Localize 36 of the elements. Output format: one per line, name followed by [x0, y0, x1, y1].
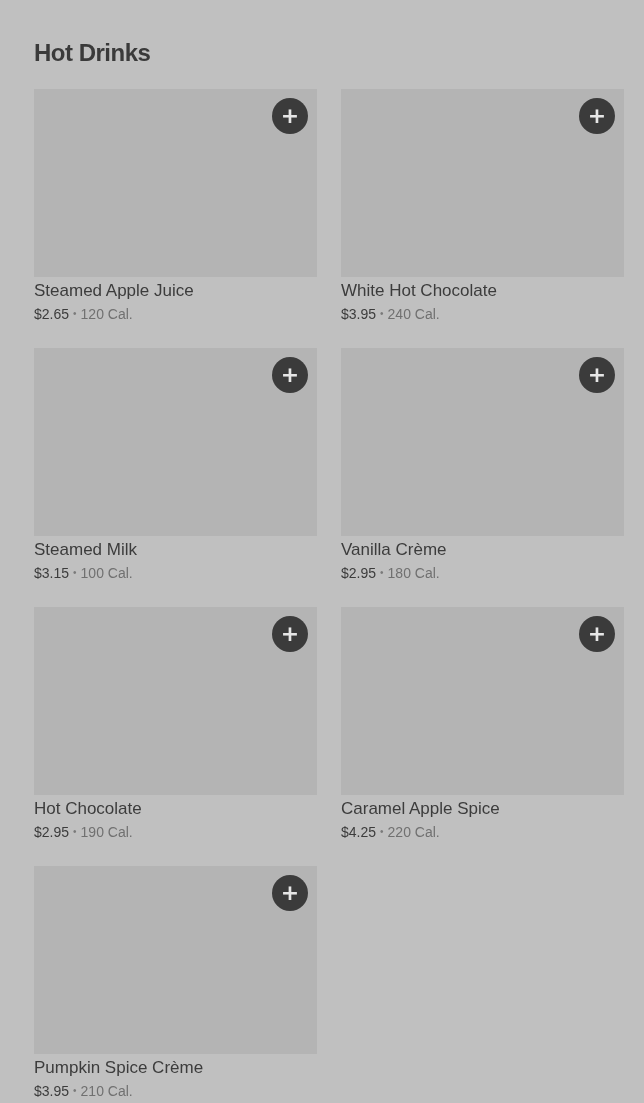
separator-dot: •: [380, 307, 384, 321]
separator-dot: •: [73, 825, 77, 839]
item-name: Pumpkin Spice Crème: [34, 1057, 205, 1079]
item-name: White Hot Chocolate: [341, 280, 498, 302]
item-calories: 120 Cal.: [80, 305, 133, 323]
add-button[interactable]: +: [272, 98, 308, 134]
item-price: $3.15: [34, 564, 70, 582]
item-calories: 210 Cal.: [80, 1082, 133, 1100]
item-price: $2.65: [34, 305, 70, 323]
separator-dot: •: [73, 1084, 77, 1098]
item-name: Vanilla Crème: [341, 539, 448, 561]
separator-dot: •: [73, 307, 77, 321]
add-button[interactable]: +: [579, 616, 615, 652]
item-name: Hot Chocolate: [34, 798, 143, 820]
separator-dot: •: [73, 566, 77, 580]
item-price: $4.25: [341, 823, 377, 841]
add-button[interactable]: +: [272, 875, 308, 911]
separator-dot: •: [380, 566, 384, 580]
item-name: Caramel Apple Spice: [341, 798, 501, 820]
item-name: Steamed Apple Juice: [34, 280, 195, 302]
add-button[interactable]: +: [579, 357, 615, 393]
item-price: $2.95: [341, 564, 377, 582]
add-button[interactable]: +: [272, 616, 308, 652]
item-price: $2.95: [34, 823, 70, 841]
section-title: Hot Drinks: [34, 38, 152, 68]
item-name: Steamed Milk: [34, 539, 138, 561]
item-calories: 220 Cal.: [387, 823, 440, 841]
item-calories: 190 Cal.: [80, 823, 133, 841]
separator-dot: •: [380, 825, 384, 839]
item-price: $3.95: [341, 305, 377, 323]
add-button[interactable]: +: [579, 98, 615, 134]
add-button[interactable]: +: [272, 357, 308, 393]
item-calories: 240 Cal.: [387, 305, 440, 323]
item-price: $3.95: [34, 1082, 70, 1100]
item-calories: 100 Cal.: [80, 564, 133, 582]
item-calories: 180 Cal.: [387, 564, 440, 582]
